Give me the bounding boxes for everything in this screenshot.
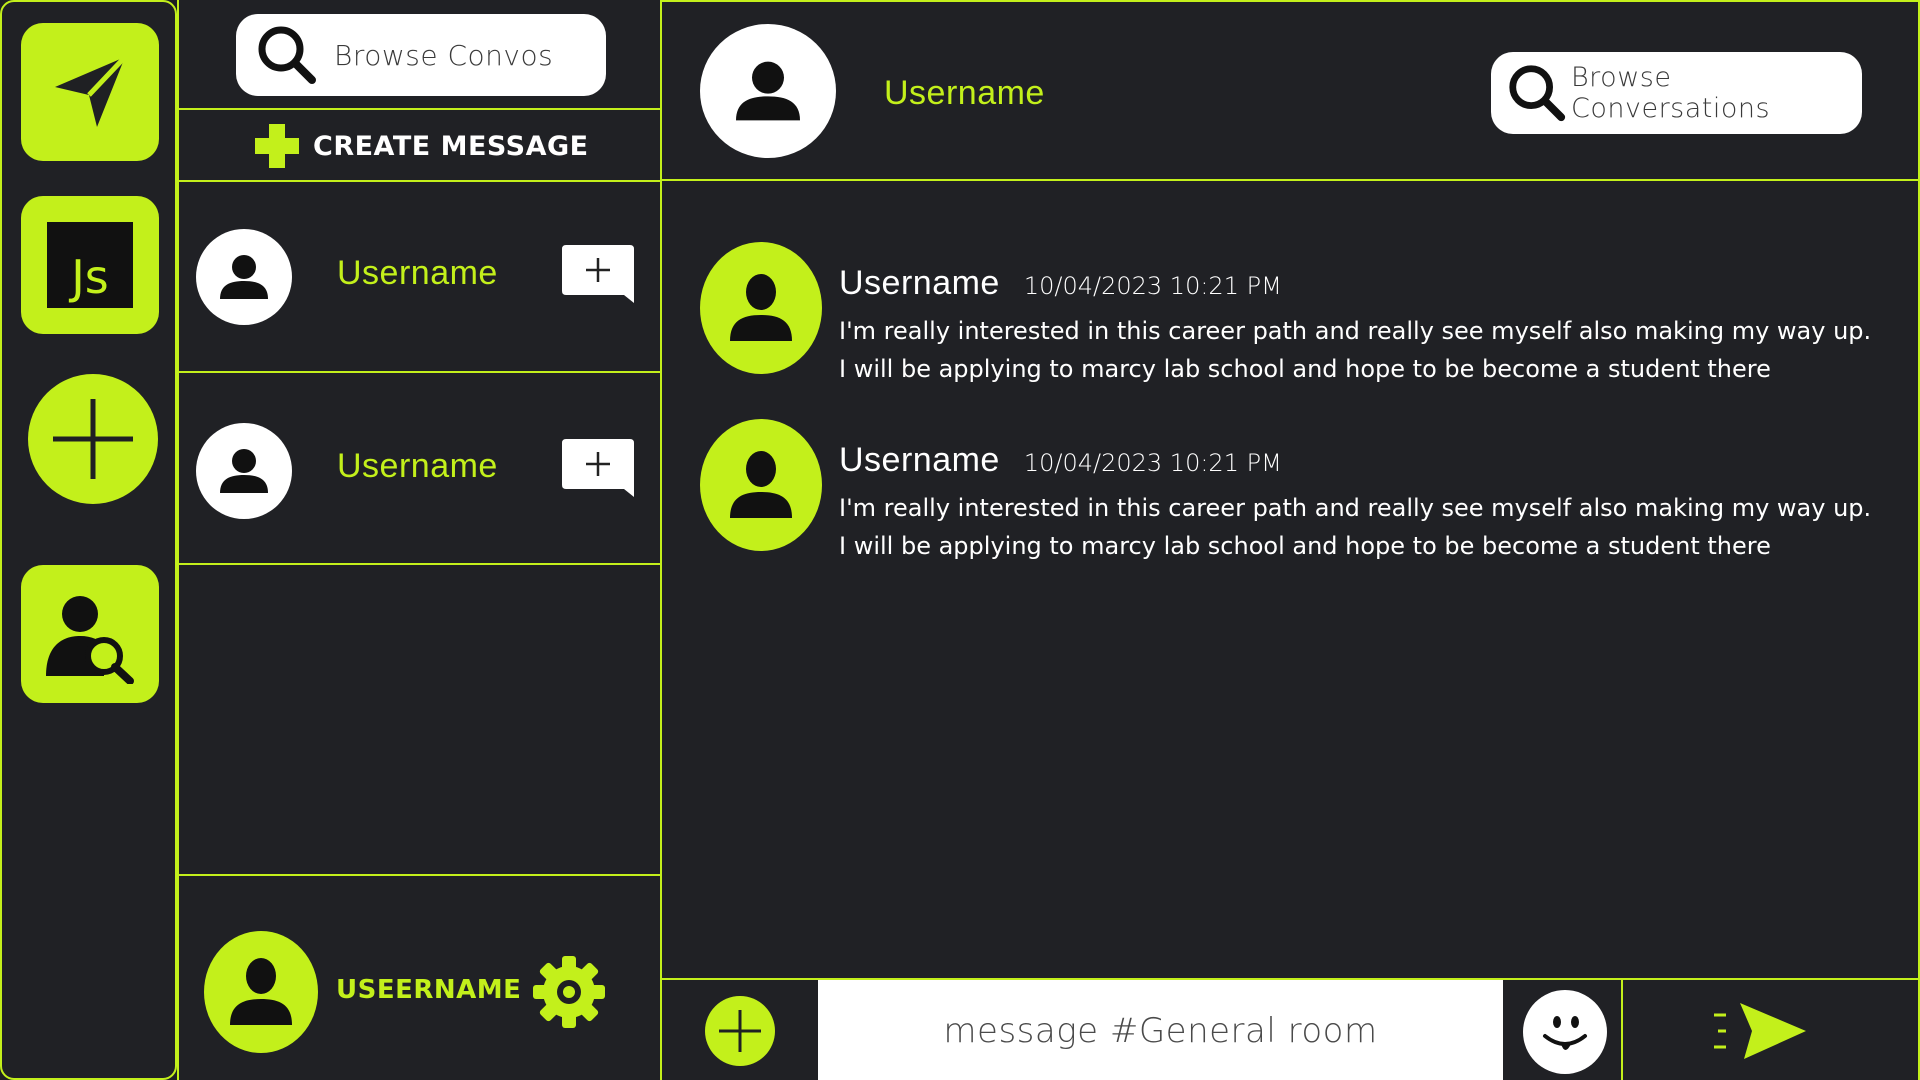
message-username: Username xyxy=(839,264,1000,302)
divider xyxy=(179,563,660,565)
conversation-item[interactable]: Username xyxy=(179,373,660,563)
composer-attach-area xyxy=(662,980,818,1080)
avatar[interactable] xyxy=(204,931,318,1053)
send-button[interactable] xyxy=(1712,997,1832,1067)
gear-icon[interactable] xyxy=(530,953,608,1031)
conversation-name: Username xyxy=(337,447,498,485)
user-icon xyxy=(220,255,268,299)
find-user-nav-button[interactable] xyxy=(21,565,159,703)
avatar[interactable] xyxy=(700,419,822,551)
browse-conversations-placeholder: Browse Conversations xyxy=(1571,62,1771,124)
user-icon xyxy=(230,958,292,1025)
message-text-line: I'm really interested in this career pat… xyxy=(839,317,1872,345)
current-user-name: USEERNAME xyxy=(336,975,522,1005)
message-username: Username xyxy=(839,441,1000,479)
message-input[interactable]: message #General room xyxy=(818,980,1503,1080)
browse-convos-search[interactable]: Browse Convos xyxy=(236,14,606,96)
divider xyxy=(1621,980,1623,1080)
message-timestamp: 10/04/2023 10:21 PM xyxy=(1023,272,1282,300)
user-icon xyxy=(220,449,268,493)
plus-icon xyxy=(719,1010,761,1052)
attach-button[interactable] xyxy=(705,996,775,1066)
emoji-icon xyxy=(1543,1016,1587,1050)
new-chat-icon[interactable] xyxy=(562,439,634,497)
new-chat-icon[interactable] xyxy=(562,245,634,303)
message-meta: Username 10/04/2023 10:21 PM xyxy=(839,441,1282,480)
message-text-line: I'm really interested in this career pat… xyxy=(839,494,1872,522)
plus-icon xyxy=(255,124,299,168)
add-nav-button[interactable] xyxy=(28,374,158,504)
messages-nav-button[interactable] xyxy=(21,23,159,161)
emoji-button[interactable] xyxy=(1523,990,1607,1074)
browse-convos-placeholder: Browse Convos xyxy=(334,38,554,72)
chat-header-username: Username xyxy=(884,74,1045,112)
message-timestamp: 10/04/2023 10:21 PM xyxy=(1023,449,1282,477)
user-icon xyxy=(736,61,800,121)
message-input-placeholder: message #General room xyxy=(943,1011,1378,1051)
message: Username 10/04/2023 10:21 PM I'm really … xyxy=(700,417,1900,560)
javascript-nav-button[interactable]: Js xyxy=(21,196,159,334)
message-text-line: I will be applying to marcy lab school a… xyxy=(839,532,1771,560)
message: Username 10/04/2023 10:21 PM I'm really … xyxy=(700,240,1900,383)
avatar xyxy=(196,423,292,519)
conversation-name: Username xyxy=(337,254,498,292)
current-user-panel: USEERNAME xyxy=(179,876,660,1080)
user-search-icon xyxy=(46,596,134,684)
search-icon xyxy=(258,26,316,84)
conversations-panel: Browse Convos CREATE MESSAGE Username Us… xyxy=(177,0,662,1080)
javascript-icon-label: Js xyxy=(71,250,109,304)
send-icon xyxy=(1714,1003,1806,1059)
message-meta: Username 10/04/2023 10:21 PM xyxy=(839,264,1282,303)
emoji-area xyxy=(1503,980,1621,1080)
javascript-icon: Js xyxy=(47,222,133,308)
conversation-item[interactable]: Username xyxy=(179,182,660,372)
user-icon xyxy=(730,274,792,341)
browse-conversations-search[interactable]: Browse Conversations xyxy=(1491,52,1862,134)
avatar[interactable] xyxy=(700,242,822,374)
user-icon xyxy=(730,451,792,518)
chat-pane: Username Browse Conversations Username 1… xyxy=(662,0,1920,1080)
divider xyxy=(662,179,1918,181)
create-message-button[interactable]: CREATE MESSAGE xyxy=(251,122,589,170)
paper-plane-icon xyxy=(55,55,127,127)
app-rail: Js xyxy=(0,0,177,1080)
divider xyxy=(179,108,660,110)
avatar xyxy=(196,229,292,325)
search-icon xyxy=(1509,65,1566,122)
create-message-label: CREATE MESSAGE xyxy=(313,130,589,162)
plus-icon xyxy=(53,399,133,479)
avatar xyxy=(700,24,836,158)
message-text-line: I will be applying to marcy lab school a… xyxy=(839,355,1771,383)
